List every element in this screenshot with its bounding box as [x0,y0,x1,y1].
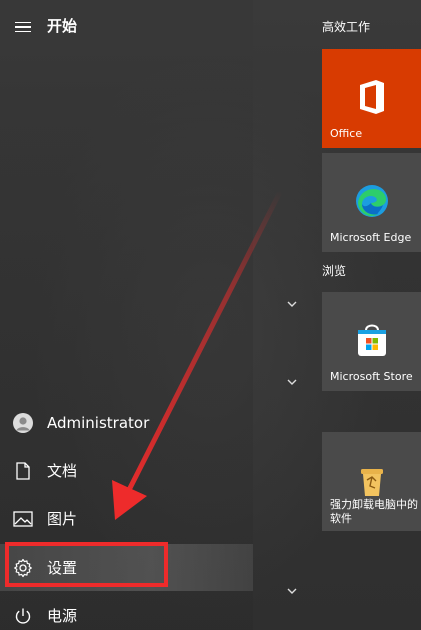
tile-label: 强力卸载电脑中的软件 [330,498,418,525]
tile-edge[interactable]: Microsoft Edge [322,153,421,252]
chevron-down-icon[interactable] [284,296,300,312]
settings-highlight-box [5,542,168,587]
tile-label: Office [330,127,363,140]
menu-item-label: Administrator [47,414,150,432]
tile-group-title-browse: 浏览 [322,264,347,278]
chevron-down-icon[interactable] [284,374,300,390]
menu-item-power[interactable]: 电源 [0,596,253,630]
menu-item-pictures[interactable]: 图片 [0,499,253,539]
picture-icon [12,508,34,530]
start-left-panel: 开始 Administrator 文档 图片 设置 电源 [0,0,253,630]
tile-office[interactable]: Office [322,49,421,148]
tile-group-title-productivity: 高效工作 [322,20,371,34]
menu-item-label: 电源 [47,607,78,625]
menu-item-label: 图片 [47,510,78,528]
recycle-bin-icon [360,469,383,496]
start-menu: 开始 Administrator 文档 图片 设置 电源 高效工作 浏览 Off… [0,0,421,630]
user-avatar-icon [12,412,34,434]
power-icon [12,605,34,627]
hamburger-menu-icon[interactable] [10,14,36,40]
store-icon [357,324,386,356]
start-title: 开始 [47,17,78,35]
tile-store[interactable]: Microsoft Store [322,292,421,391]
office-icon [359,80,384,114]
document-icon [12,460,34,482]
tile-label: Microsoft Edge [330,231,412,244]
menu-item-label: 文档 [47,462,78,480]
edge-icon [355,185,388,217]
tile-label: Microsoft Store [330,370,413,383]
tile-uninstaller[interactable]: 强力卸载电脑中的软件 [322,432,421,531]
menu-item-documents[interactable]: 文档 [0,451,253,491]
chevron-down-icon[interactable] [284,583,300,599]
menu-item-account[interactable]: Administrator [0,403,253,443]
